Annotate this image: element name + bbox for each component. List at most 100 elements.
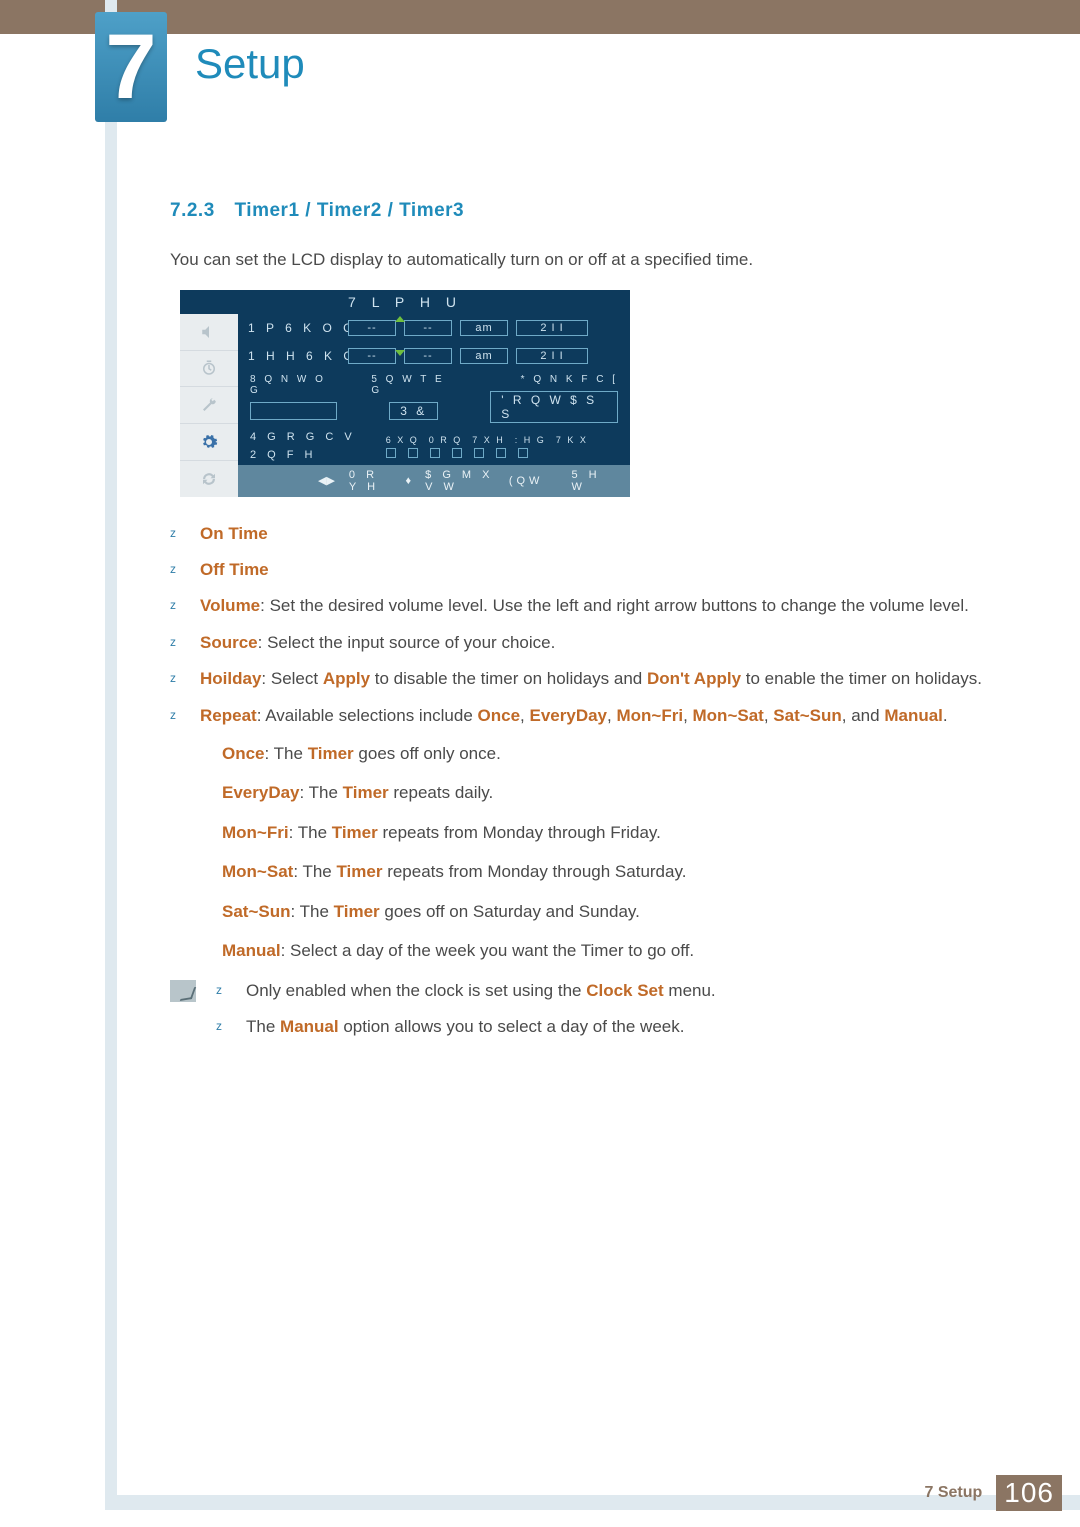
kw-repeat: Repeat xyxy=(200,706,257,725)
osd-day: 7 X H xyxy=(472,435,505,445)
kw-clockset: Clock Set xyxy=(586,981,663,1000)
bullet-ontime: z On Time xyxy=(170,521,1020,547)
text-holiday-mid: to disable the timer on holidays and xyxy=(370,669,647,688)
osd-icon-column xyxy=(180,314,238,497)
osd-offtime-mm: -- xyxy=(404,348,452,364)
t: repeats from Monday through Friday. xyxy=(378,823,661,842)
osd-day: : H G xyxy=(515,435,546,445)
note-list: z Only enabled when the clock is set usi… xyxy=(216,978,716,1051)
osd-row-ontime: 1 P 6 K O G -- -- am 2 I I xyxy=(238,314,630,342)
section-title: Timer1 / Timer2 / Timer3 xyxy=(235,200,465,221)
osd-icon-cell xyxy=(180,461,238,497)
adjust-arrows-icon: ♦ xyxy=(406,475,412,487)
kw-monsat: Mon~Sat xyxy=(693,706,764,725)
kw-sub-satsun: Sat~Sun xyxy=(222,902,291,921)
kw-holiday: Hoilday xyxy=(200,669,261,688)
osd-volume-label: 8 Q N W O G xyxy=(250,374,337,396)
osd-panel: 1 P 6 K O G -- -- am 2 I I 1 H H 6 K O G… xyxy=(238,314,630,497)
osd-check xyxy=(452,448,462,458)
bullet-icon: z xyxy=(216,1014,228,1040)
osd-day: 6 X Q xyxy=(386,435,419,445)
kw-everyday: EveryDay xyxy=(530,706,608,725)
chapter-badge: 7 xyxy=(95,12,167,122)
bullet-list: z On Time z Off Time z Volume: Set the d… xyxy=(170,521,1020,1051)
sub-monfri: Mon~Fri: The Timer repeats from Monday t… xyxy=(222,820,1020,846)
osd-icon-cell xyxy=(180,424,238,461)
osd-days-block: 6 X Q 0 R Q 7 X H : H G 7 K X xyxy=(386,431,588,461)
speaker-icon xyxy=(200,323,218,341)
kw-monfri: Mon~Fri xyxy=(616,706,683,725)
t: : The xyxy=(293,862,336,881)
kw-satsun: Sat~Sun xyxy=(773,706,842,725)
osd-check xyxy=(496,448,506,458)
osd-source-label: 5 Q W T E G xyxy=(371,374,456,396)
sub-monsat: Mon~Sat: The Timer repeats from Monday t… xyxy=(222,859,1020,885)
kw-timer: Timer xyxy=(332,823,378,842)
content-area: 7.2.3 Timer1 / Timer2 / Timer3 You can s… xyxy=(170,200,1020,1051)
osd-holiday-label: * Q N K F C [ xyxy=(521,374,618,385)
osd-pc-label: 3 & xyxy=(389,402,438,420)
bullet-source: z Source: Select the input source of you… xyxy=(170,630,1020,656)
t: goes off on Saturday and Sunday. xyxy=(380,902,640,921)
footer-label: 7 Setup xyxy=(924,1484,982,1502)
repeat-sublist: Once: The Timer goes off only once. Ever… xyxy=(222,741,1020,964)
osd-footer-move: 0 R Y H xyxy=(349,469,392,493)
arrow-up-icon xyxy=(395,316,405,322)
note-item: z The Manual option allows you to select… xyxy=(216,1014,716,1040)
osd-repeat-block: 4 G R G C V 2 Q F H xyxy=(250,431,356,461)
text-repeat-pre: : Available selections include xyxy=(257,706,478,725)
t: menu. xyxy=(664,981,716,1000)
osd-offtime-ampm: am xyxy=(460,348,508,364)
kw-sub-manual: Manual xyxy=(222,941,281,960)
t: repeats from Monday through Saturday. xyxy=(382,862,686,881)
osd-row-offtime: 1 H H 6 K O G -- -- am 2 I I xyxy=(238,342,630,370)
osd-body: 1 P 6 K O G -- -- am 2 I I 1 H H 6 K O G… xyxy=(180,314,630,497)
text-holiday-post: to enable the timer on holidays. xyxy=(741,669,982,688)
kw-sub-once: Once xyxy=(222,744,265,763)
kw-ontime: On Time xyxy=(200,524,268,543)
bullet-offtime: z Off Time xyxy=(170,557,1020,583)
kw-dontapply: Don't Apply xyxy=(647,669,741,688)
kw-source: Source xyxy=(200,633,258,652)
osd-check xyxy=(408,448,418,458)
osd-col-volume: 8 Q N W O G xyxy=(250,374,337,423)
bullet-holiday: z Hoilday: Select Apply to disable the t… xyxy=(170,666,1020,692)
osd-repeat-label: 4 G R G C V xyxy=(250,431,356,443)
osd-row-repeat: 4 G R G C V 2 Q F H 6 X Q 0 R Q 7 X H : … xyxy=(238,427,630,465)
osd-title: 7 L P H U xyxy=(180,290,630,314)
text-repeat-tail: . xyxy=(943,706,948,725)
osd-dontapp-label: ' R Q W $ S S xyxy=(490,391,618,423)
kw-manual-note: Manual xyxy=(280,1017,339,1036)
osd-ontime-hh: -- xyxy=(348,320,396,336)
osd-volume-bar xyxy=(250,402,337,420)
kw-timer: Timer xyxy=(343,783,389,802)
bullet-icon: z xyxy=(170,703,182,729)
note-item: z Only enabled when the clock is set usi… xyxy=(216,978,716,1004)
t: : The xyxy=(291,902,334,921)
note-icon xyxy=(170,980,196,1002)
clock-icon xyxy=(200,359,218,377)
bullet-volume: z Volume: Set the desired volume level. … xyxy=(170,593,1020,619)
osd-offtime-hh: -- xyxy=(348,348,396,364)
sub-everyday: EveryDay: The Timer repeats daily. xyxy=(222,780,1020,806)
kw-sub-monsat: Mon~Sat xyxy=(222,862,293,881)
t: repeats daily. xyxy=(389,783,494,802)
osd-arrows xyxy=(395,316,405,356)
osd-day: 7 K X xyxy=(556,435,588,445)
move-arrows-icon: ◀▶ xyxy=(318,474,335,487)
t: : The xyxy=(265,744,308,763)
kw-once: Once xyxy=(478,706,521,725)
osd-icon-cell xyxy=(180,387,238,424)
osd-check xyxy=(386,448,396,458)
intro-paragraph: You can set the LCD display to automatic… xyxy=(170,248,1020,272)
left-rail xyxy=(105,0,117,1500)
kw-offtime: Off Time xyxy=(200,560,269,579)
t: : The xyxy=(289,823,332,842)
t: : Select a day of the week you want the … xyxy=(281,941,695,960)
section-heading: 7.2.3 Timer1 / Timer2 / Timer3 xyxy=(170,200,1020,222)
osd-ontime-state: 2 I I xyxy=(516,320,588,336)
osd-row-vol-src: 8 Q N W O G 5 Q W T E G 3 & * Q N K F C … xyxy=(238,370,630,427)
osd-icon-cell xyxy=(180,351,238,388)
t: goes off only once. xyxy=(354,744,501,763)
bullet-icon: z xyxy=(170,593,182,619)
